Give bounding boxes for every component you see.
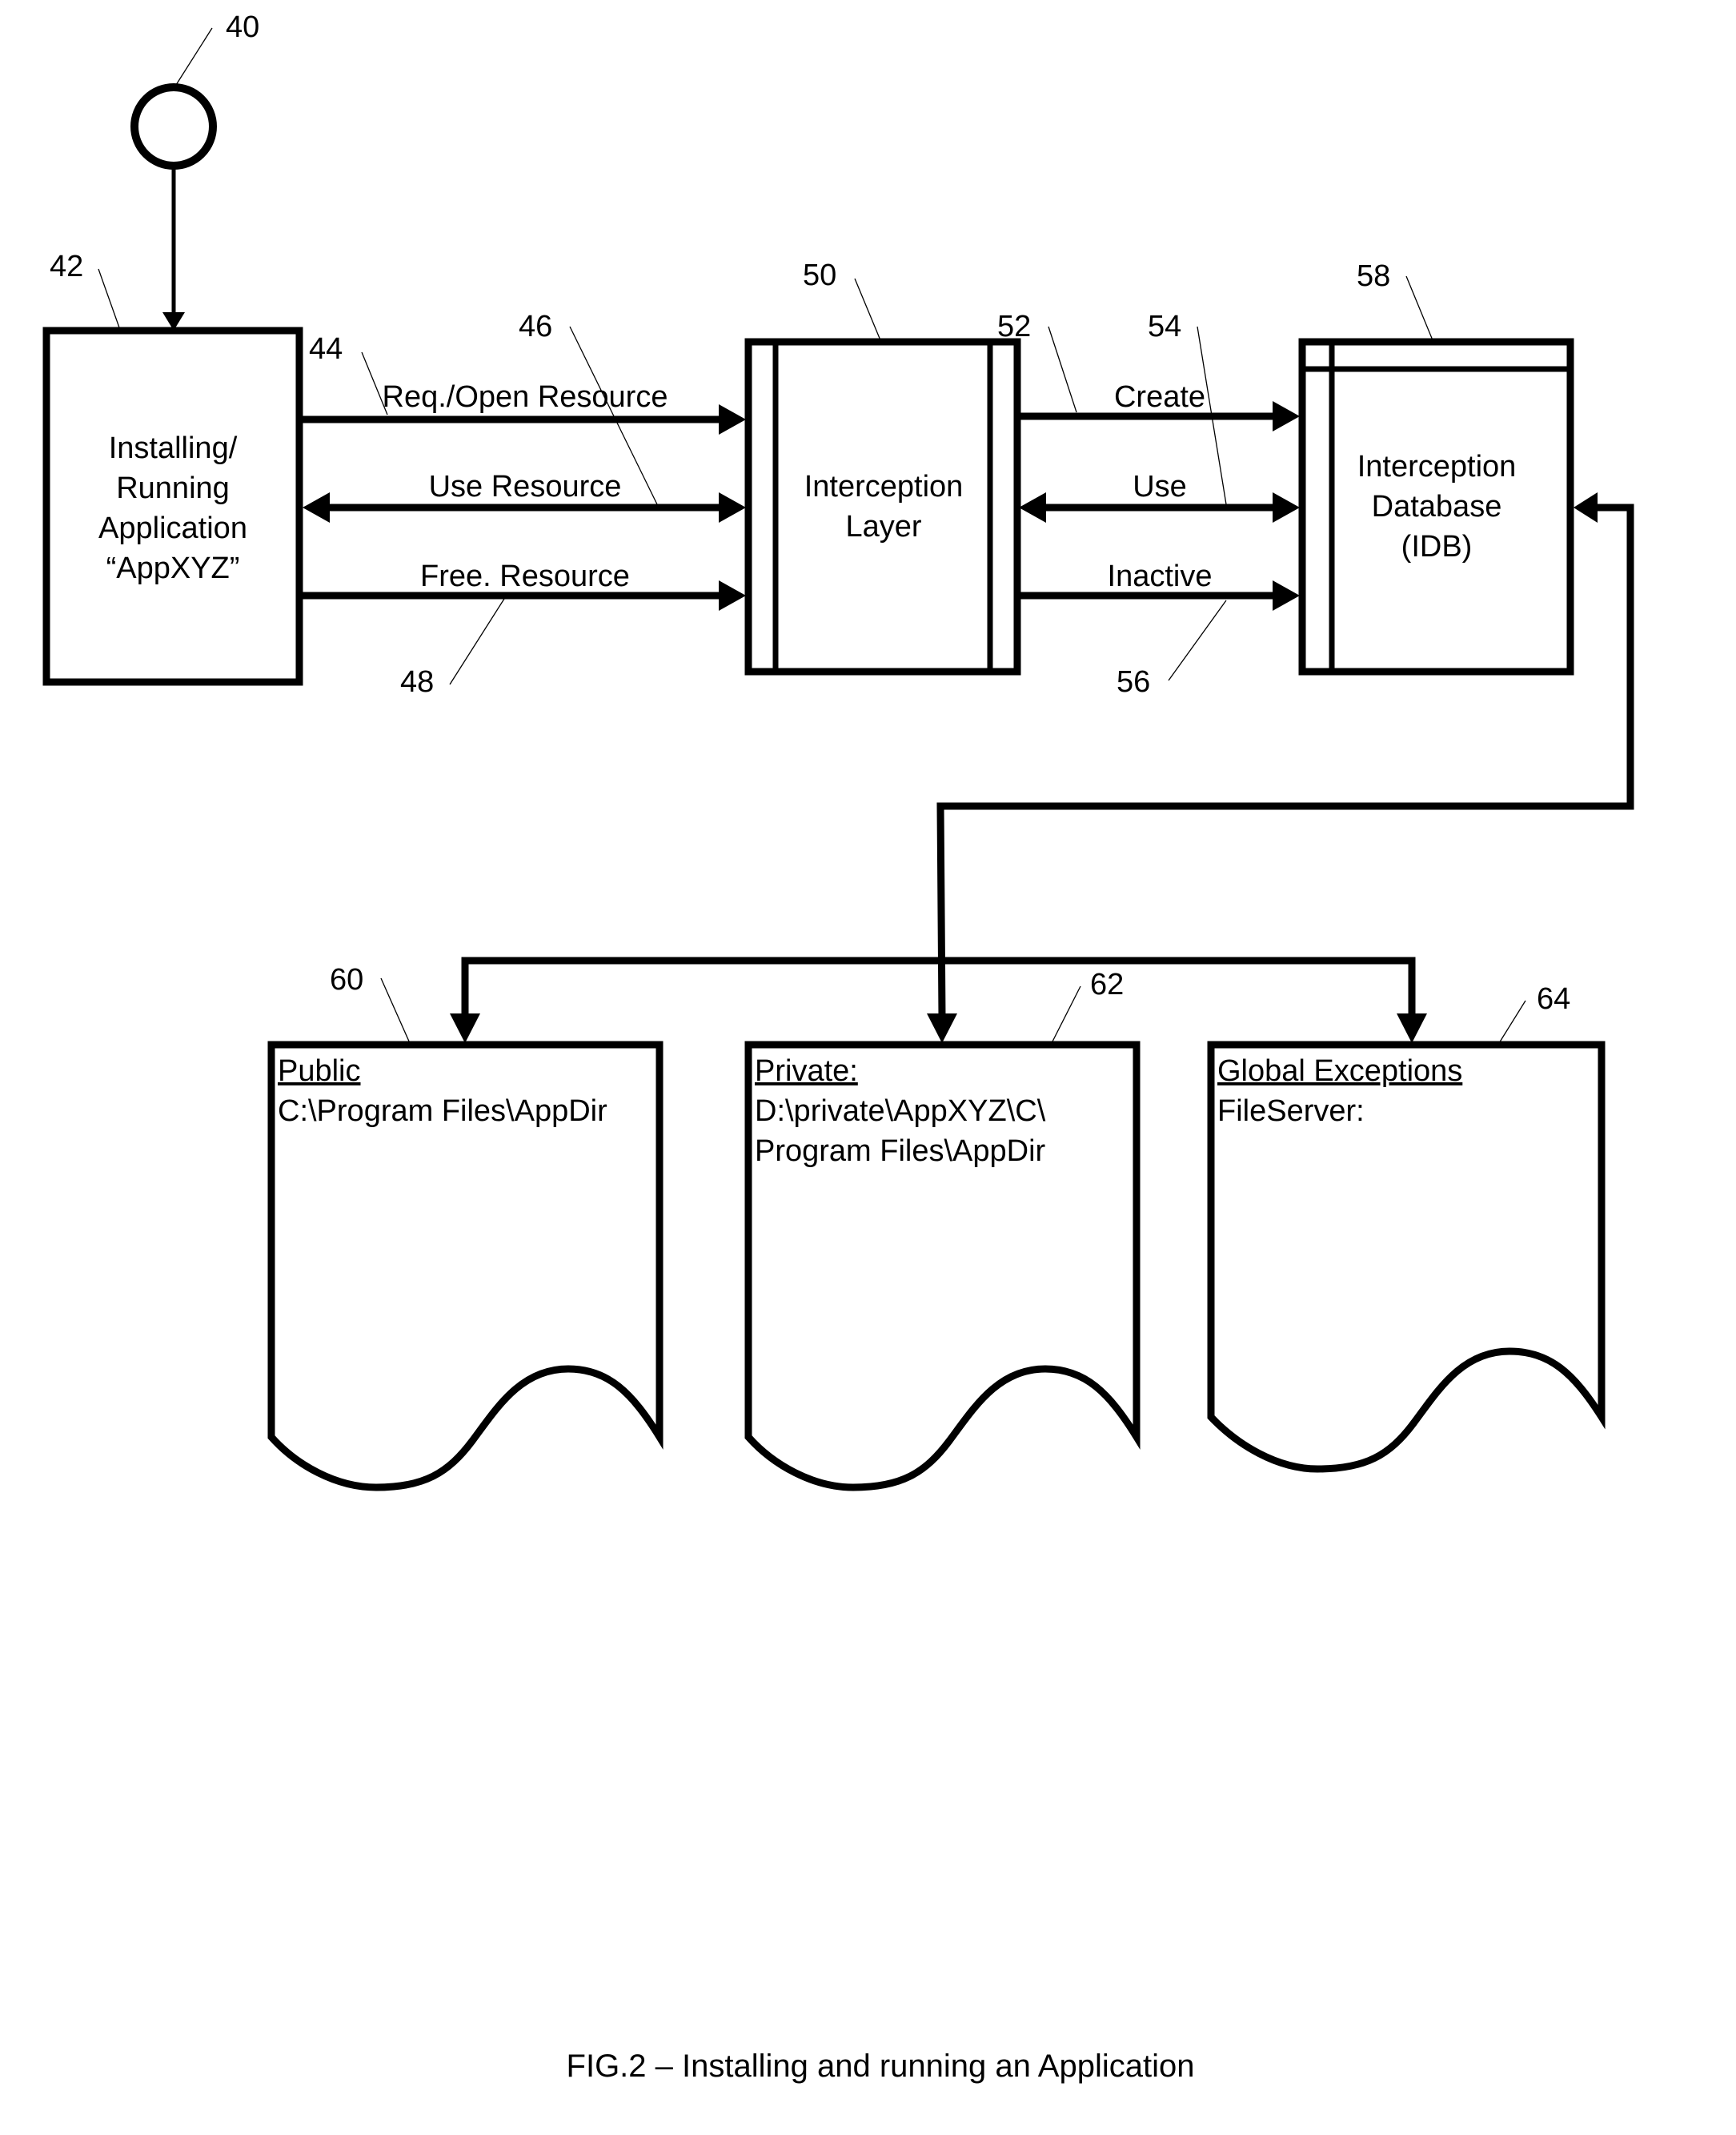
ref-50: 50 bbox=[803, 259, 836, 292]
application-label-line-2: Running bbox=[116, 472, 230, 505]
interception-database-label-line-3: (IDB) bbox=[1401, 530, 1473, 564]
use-resource-arrowhead-right bbox=[719, 492, 746, 523]
figure-caption: FIG.2 – Installing and running an Applic… bbox=[567, 2049, 1195, 2084]
ref-40: 40 bbox=[226, 10, 259, 44]
interception-layer-node: Interception Layer 50 bbox=[744, 259, 1021, 676]
inactive-arrowhead bbox=[1273, 580, 1300, 611]
interception-layer-label-line-2: Layer bbox=[845, 510, 921, 544]
create-label: Create bbox=[1114, 380, 1205, 414]
doc-private-title: Private: bbox=[755, 1054, 858, 1088]
private-doc-arrowhead bbox=[927, 1013, 957, 1043]
ref-42: 42 bbox=[50, 250, 83, 283]
edge-req-open: Req./Open Resource 44 bbox=[303, 332, 746, 435]
doc-global-title: Global Exceptions bbox=[1217, 1054, 1462, 1088]
edge-inactive: Inactive 56 bbox=[1020, 560, 1300, 699]
doc-private-line-2: Program Files\AppDir bbox=[755, 1134, 1046, 1168]
leader-58 bbox=[1405, 275, 1433, 341]
application-label-line-4: “AppXYZ” bbox=[106, 552, 240, 585]
leader-64 bbox=[1498, 1000, 1526, 1044]
leader-42 bbox=[98, 268, 121, 331]
use-arrowhead-left bbox=[1019, 492, 1046, 523]
req-open-arrowhead bbox=[719, 404, 746, 435]
free-resource-arrowhead bbox=[719, 580, 746, 611]
use-label: Use bbox=[1133, 470, 1187, 504]
ref-46: 46 bbox=[519, 310, 552, 343]
application-label-line-1: Installing/ bbox=[109, 431, 238, 465]
use-arrowhead-right bbox=[1273, 492, 1300, 523]
ref-64: 64 bbox=[1537, 982, 1570, 1016]
leader-40 bbox=[175, 27, 213, 86]
application-label-line-3: Application bbox=[98, 512, 247, 545]
interception-database-label-line-1: Interception bbox=[1357, 450, 1517, 484]
ref-58: 58 bbox=[1357, 259, 1390, 293]
interception-layer-label-line-1: Interception bbox=[804, 470, 964, 504]
start-circle bbox=[130, 83, 217, 170]
patent-diagram: 40 Installing/ Running Application “AppX… bbox=[42, 10, 1634, 2084]
req-open-label: Req./Open Resource bbox=[383, 380, 668, 414]
interception-layer-box bbox=[744, 338, 1021, 676]
leader-56 bbox=[1168, 600, 1227, 681]
doc-public: Public C:\Program Files\AppDir 60 bbox=[267, 963, 664, 1491]
interception-database-label-line-2: Database bbox=[1372, 490, 1502, 524]
application-box bbox=[42, 327, 303, 686]
doc-global-line-1: FileServer: bbox=[1217, 1094, 1365, 1128]
doc-private: Private: D:\private\AppXYZ\C\ Program Fi… bbox=[744, 968, 1141, 1491]
ref-48: 48 bbox=[400, 665, 434, 699]
edge-free-resource: Free. Resource 48 bbox=[303, 560, 746, 699]
public-doc-arrowhead bbox=[450, 1013, 480, 1043]
global-doc-arrowhead bbox=[1397, 1013, 1427, 1043]
ref-56: 56 bbox=[1117, 665, 1150, 699]
use-resource-label: Use Resource bbox=[429, 470, 622, 504]
free-resource-label: Free. Resource bbox=[420, 560, 630, 593]
leader-62 bbox=[1051, 985, 1081, 1044]
start-node: 40 bbox=[130, 10, 259, 331]
idb-feedback-arrowhead bbox=[1574, 492, 1598, 523]
doc-public-title: Public bbox=[278, 1054, 361, 1088]
doc-public-line-1: C:\Program Files\AppDir bbox=[278, 1094, 607, 1128]
use-resource-arrowhead-left bbox=[303, 492, 330, 523]
ref-62: 62 bbox=[1090, 968, 1124, 1001]
leader-48 bbox=[449, 598, 505, 685]
ref-52: 52 bbox=[997, 310, 1031, 343]
create-arrowhead bbox=[1273, 401, 1300, 431]
inactive-label: Inactive bbox=[1108, 560, 1213, 593]
leader-60 bbox=[380, 977, 411, 1044]
ref-44: 44 bbox=[309, 332, 343, 366]
doc-global: Global Exceptions FileServer: 64 bbox=[1207, 982, 1606, 1473]
ref-54: 54 bbox=[1148, 310, 1181, 343]
leader-52 bbox=[1048, 326, 1077, 413]
interception-database-node: Interception Database (IDB) 58 bbox=[1298, 259, 1574, 676]
leader-50 bbox=[854, 278, 881, 341]
doc-private-line-1: D:\private\AppXYZ\C\ bbox=[755, 1094, 1046, 1128]
ref-60: 60 bbox=[330, 963, 363, 997]
